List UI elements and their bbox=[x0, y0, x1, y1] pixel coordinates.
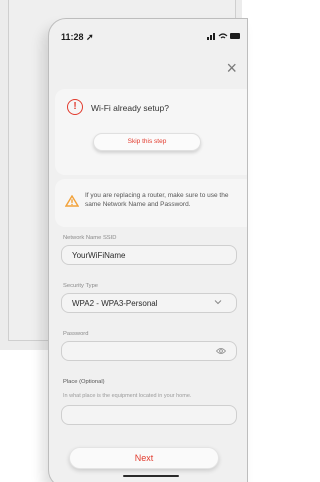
next-button[interactable]: Next bbox=[69, 447, 219, 469]
password-field[interactable] bbox=[61, 341, 237, 361]
wifi-setup-title: Wi-Fi already setup? bbox=[91, 103, 169, 113]
password-label: Password bbox=[63, 331, 89, 337]
alert-circle-icon: ! bbox=[67, 99, 83, 115]
home-indicator bbox=[123, 475, 179, 477]
wifi-setup-card: ! Wi-Fi already setup? Skip this step bbox=[55, 89, 247, 175]
eye-icon[interactable] bbox=[216, 347, 226, 355]
router-warning-text: If you are replacing a router, make sure… bbox=[85, 192, 229, 208]
phone-screen: 11:28 ➚ × ! Wi-Fi already setup? Skip th… bbox=[48, 18, 248, 482]
onboarding-illustration: 11:28 ➚ × ! Wi-Fi already setup? Skip th… bbox=[0, 0, 248, 482]
ssid-value: YourWiFiName bbox=[72, 251, 126, 260]
status-icons bbox=[207, 32, 241, 42]
place-hint: In what place is the equipment located i… bbox=[63, 393, 192, 399]
chevron-down-icon bbox=[214, 298, 222, 308]
place-field[interactable] bbox=[61, 405, 237, 425]
status-time: 11:28 ➚ bbox=[61, 32, 94, 42]
security-type-select[interactable]: WPA2 - WPA3-Personal bbox=[61, 293, 237, 313]
warning-triangle-icon bbox=[65, 195, 79, 207]
router-warning-card: If you are replacing a router, make sure… bbox=[55, 179, 247, 227]
skip-step-button[interactable]: Skip this step bbox=[93, 133, 201, 151]
signal-wifi-battery-icon bbox=[207, 33, 240, 40]
close-icon[interactable]: × bbox=[226, 59, 237, 77]
security-type-value: WPA2 - WPA3-Personal bbox=[72, 299, 158, 308]
security-type-label: Security Type bbox=[63, 283, 99, 289]
status-bar: 11:28 ➚ bbox=[49, 19, 247, 55]
ssid-field[interactable]: YourWiFiName bbox=[61, 245, 237, 265]
place-label: Place (Optional) bbox=[63, 379, 105, 385]
ssid-label: Network Name SSID bbox=[63, 235, 117, 241]
